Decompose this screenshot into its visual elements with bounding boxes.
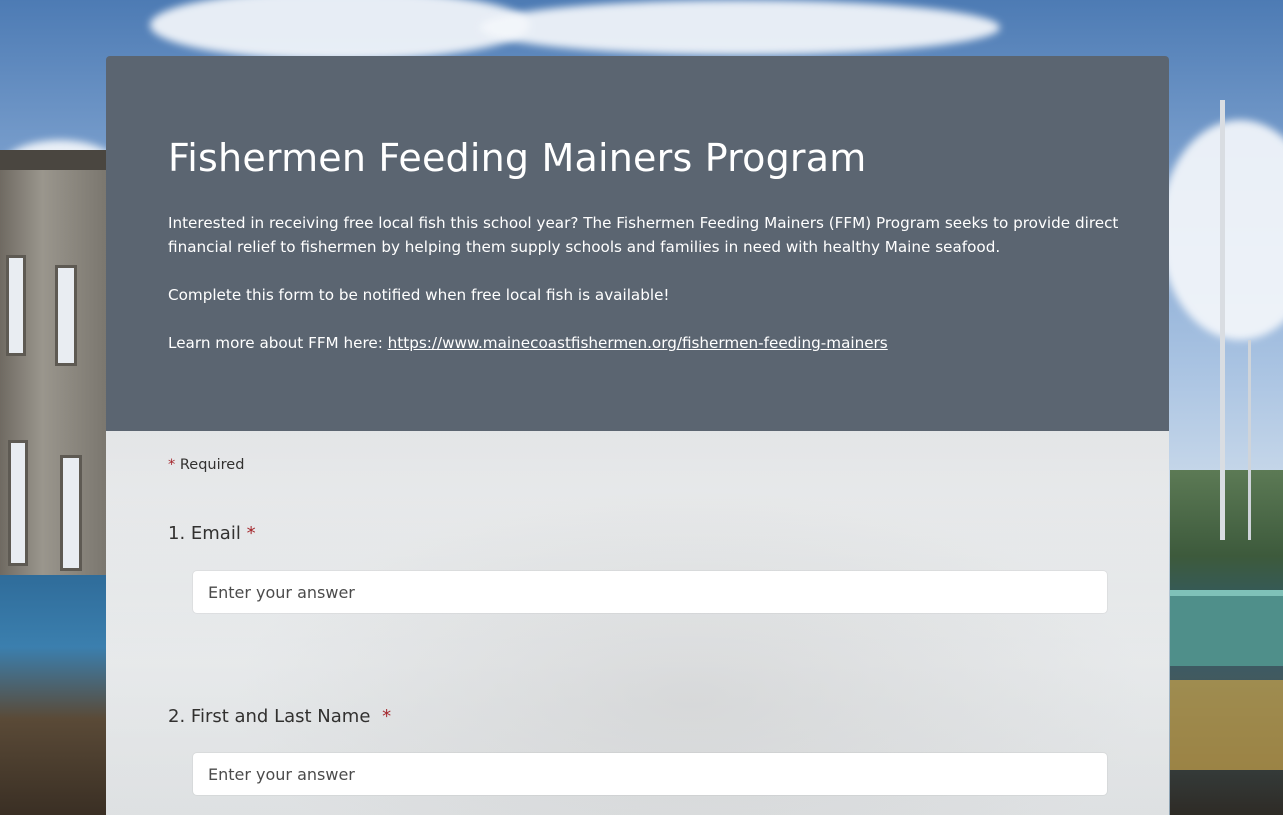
- form-title: Fishermen Feeding Mainers Program: [168, 136, 867, 180]
- boat-mast: [1248, 340, 1251, 540]
- form-description: Interested in receiving free local fish …: [168, 211, 1158, 355]
- learn-more-prefix: Learn more about FFM here:: [168, 334, 388, 352]
- form-card: Fishermen Feeding Mainers Program Intere…: [106, 56, 1169, 815]
- required-star: *: [246, 523, 256, 544]
- description-paragraph: Interested in receiving free local fish …: [168, 214, 1119, 256]
- description-paragraph: Complete this form to be notified when f…: [168, 286, 670, 304]
- learn-more-link[interactable]: https://www.mainecoastfishermen.org/fish…: [388, 334, 888, 352]
- learn-more-line: Learn more about FFM here: https://www.m…: [168, 331, 1158, 355]
- question-name-label: 2. First and Last Name *: [168, 706, 391, 727]
- boat-deck: [1170, 680, 1283, 770]
- lobster-traps: [0, 575, 106, 815]
- required-star: *: [168, 457, 176, 473]
- required-label: Required: [179, 457, 245, 473]
- required-star: *: [382, 706, 392, 727]
- fishing-boat: [1170, 590, 1283, 666]
- window: [60, 455, 82, 571]
- cloud: [480, 0, 1000, 55]
- form-header: Fishermen Feeding Mainers Program Intere…: [106, 56, 1169, 431]
- form-body: * Required 1. Email * 2. First and Last …: [106, 431, 1169, 815]
- question-email-label: 1. Email *: [168, 523, 256, 544]
- name-input[interactable]: [193, 753, 1107, 795]
- boat-mast: [1220, 100, 1225, 540]
- window: [6, 255, 26, 356]
- question-title: 1. Email: [168, 523, 241, 544]
- window: [55, 265, 77, 366]
- window: [8, 440, 28, 566]
- required-note: * Required: [168, 457, 244, 473]
- question-title: 2. First and Last Name: [168, 706, 371, 727]
- email-input[interactable]: [193, 571, 1107, 613]
